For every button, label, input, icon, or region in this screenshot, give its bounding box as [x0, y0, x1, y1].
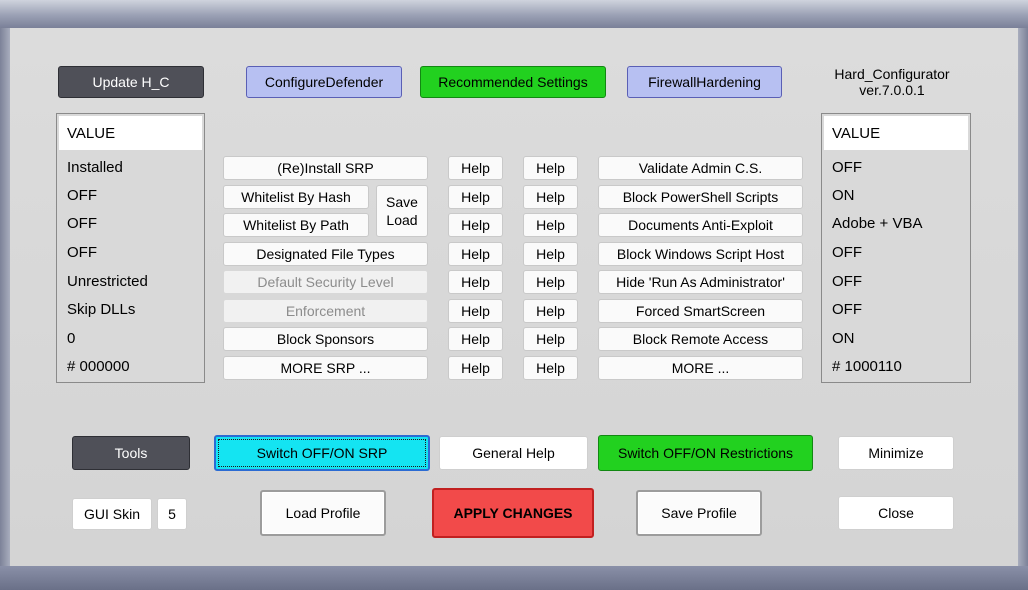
help-button[interactable]: Help [523, 185, 578, 209]
enforcement-button[interactable]: Enforcement [223, 299, 428, 323]
srp-value: OFF [67, 187, 97, 204]
help-button[interactable]: Help [523, 299, 578, 323]
block-remote-access-button[interactable]: Block Remote Access [598, 327, 803, 351]
window-frame-right [1018, 28, 1028, 566]
minimize-button[interactable]: Minimize [838, 436, 954, 470]
help-button[interactable]: Help [523, 242, 578, 266]
restriction-value: ON [832, 187, 855, 204]
srp-value: Skip DLLs [67, 301, 136, 318]
block-sponsors-button[interactable]: Block Sponsors [223, 327, 428, 351]
window-frame-bottom [0, 566, 1028, 590]
srp-value: Installed [67, 159, 123, 176]
restriction-values-header: VALUE [824, 116, 968, 150]
srp-value: Unrestricted [67, 273, 148, 290]
documents-anti-exploit-button[interactable]: Documents Anti-Exploit [598, 213, 803, 237]
help-button[interactable]: Help [523, 213, 578, 237]
load-label: Load [386, 212, 418, 228]
restriction-values-panel: VALUE OFF ON Adobe + VBA OFF OFF OFF ON … [821, 113, 971, 383]
close-button[interactable]: Close [838, 496, 954, 530]
validate-admin-cs-button[interactable]: Validate Admin C.S. [598, 156, 803, 180]
whitelist-by-path-button[interactable]: Whitelist By Path [223, 213, 369, 237]
load-profile-button[interactable]: Load Profile [260, 490, 386, 536]
gui-skin-selector[interactable]: 5 [157, 498, 187, 530]
help-button[interactable]: Help [448, 299, 503, 323]
app-name: Hard_Configurator [834, 66, 950, 82]
help-button[interactable]: Help [448, 185, 503, 209]
window-title-bar[interactable] [0, 0, 1028, 29]
save-label: Save [386, 194, 418, 210]
block-powershell-scripts-button[interactable]: Block PowerShell Scripts [598, 185, 803, 209]
restriction-value: Adobe + VBA [832, 215, 923, 232]
apply-changes-button[interactable]: APPLY CHANGES [432, 488, 594, 538]
app-version: ver.7.0.0.1 [859, 82, 925, 98]
update-hc-button[interactable]: Update H_C [58, 66, 204, 98]
whitelist-by-hash-button[interactable]: Whitelist By Hash [223, 185, 369, 209]
app-version-label: Hard_Configurator ver.7.0.0.1 [810, 66, 974, 98]
designated-file-types-button[interactable]: Designated File Types [223, 242, 428, 266]
more-srp-button[interactable]: MORE SRP ... [223, 356, 428, 380]
help-button[interactable]: Help [523, 156, 578, 180]
switch-srp-button[interactable]: Switch OFF/ON SRP [214, 435, 430, 471]
reinstall-srp-button[interactable]: (Re)Install SRP [223, 156, 428, 180]
srp-value: # 000000 [67, 358, 130, 375]
help-button[interactable]: Help [523, 356, 578, 380]
srp-value: 0 [67, 330, 76, 347]
save-profile-button[interactable]: Save Profile [636, 490, 762, 536]
recommended-settings-button[interactable]: Recommended Settings [420, 66, 606, 98]
tools-button[interactable]: Tools [72, 436, 190, 470]
help-button[interactable]: Help [448, 213, 503, 237]
configure-defender-button[interactable]: ConfigureDefender [246, 66, 402, 98]
restriction-value: # 1000110 [832, 358, 902, 375]
help-button[interactable]: Help [448, 356, 503, 380]
gui-skin-label: GUI Skin [72, 498, 152, 530]
restriction-value: OFF [832, 244, 862, 261]
main-panel: Update H_C ConfigureDefender Recommended… [10, 28, 1018, 566]
help-button[interactable]: Help [448, 270, 503, 294]
firewall-hardening-button[interactable]: FirewallHardening [627, 66, 782, 98]
restriction-value: OFF [832, 273, 862, 290]
general-help-button[interactable]: General Help [439, 436, 588, 470]
switch-restrictions-button[interactable]: Switch OFF/ON Restrictions [598, 435, 813, 471]
restriction-value: ON [832, 330, 855, 347]
default-security-level-button[interactable]: Default Security Level [223, 270, 428, 294]
srp-value: OFF [67, 215, 97, 232]
block-windows-script-host-button[interactable]: Block Windows Script Host [598, 242, 803, 266]
help-button[interactable]: Help [523, 270, 578, 294]
srp-values-panel: VALUE Installed OFF OFF OFF Unrestricted… [56, 113, 205, 383]
help-button[interactable]: Help [448, 242, 503, 266]
help-button[interactable]: Help [448, 156, 503, 180]
help-button[interactable]: Help [448, 327, 503, 351]
restriction-value: OFF [832, 159, 862, 176]
more-restrictions-button[interactable]: MORE ... [598, 356, 803, 380]
save-load-whitelist-button[interactable]: Save Load [376, 185, 428, 237]
help-button[interactable]: Help [523, 327, 578, 351]
window-frame-left [0, 28, 10, 566]
hide-run-as-admin-button[interactable]: Hide 'Run As Administrator' [598, 270, 803, 294]
srp-value: OFF [67, 244, 97, 261]
restriction-value: OFF [832, 301, 862, 318]
forced-smartscreen-button[interactable]: Forced SmartScreen [598, 299, 803, 323]
srp-values-header: VALUE [59, 116, 202, 150]
